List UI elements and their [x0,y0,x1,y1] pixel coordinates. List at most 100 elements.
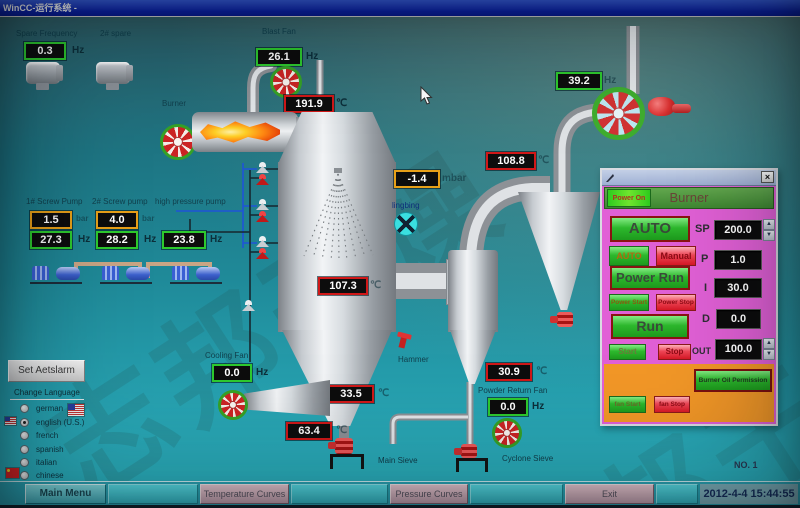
burner-fan-icon[interactable] [160,124,196,160]
feed-valve-icon[interactable] [256,248,269,259]
tower-pressure-display: -1.4 [394,170,440,188]
language-item-spanish[interactable]: spanish [36,445,64,454]
cone-temp-unit: ℃ [336,425,347,436]
language-item-english[interactable]: english (U.S.) [36,418,84,427]
outlet-temp-display: 33.5 [328,385,374,403]
p-value-display[interactable]: 1.0 [714,250,762,270]
radio-italian[interactable] [20,458,29,467]
main-sieve-label: Main Sieve [378,456,418,465]
window-titlebar[interactable]: WinCC-运行系统 - [0,0,800,17]
feed-valve-icon[interactable] [256,162,269,173]
fan-stop-button[interactable]: fan Stop [654,396,690,413]
feed-valve-icon[interactable] [256,174,269,185]
power-run-button[interactable]: Power Run [610,266,690,290]
spinner-down-icon[interactable] [763,230,775,241]
burner-oil-permission-button[interactable]: Burner Oil Permission [694,369,772,392]
spare-frequency-label: Spare Frequency [16,29,77,38]
screw-pump2-pressure-unit: bar [142,214,154,223]
spare2-label: 2# spare [100,29,131,38]
exit-button[interactable]: Exit [565,484,654,504]
blast-fan-icon[interactable] [270,66,302,98]
high-pressure-pump-icon[interactable] [170,262,222,284]
feed-valve-icon[interactable] [256,211,269,222]
screw-pump1-pressure-unit: bar [76,214,88,223]
burner-panel-header: Power On Burner [604,187,774,209]
spinner-up-icon[interactable] [763,219,775,230]
drain-valve-icon[interactable] [242,300,255,311]
radio-french[interactable] [20,431,29,440]
start-button[interactable]: Start [609,344,646,360]
mixer-valve-icon[interactable] [394,212,418,236]
manual-button[interactable]: Manual [656,246,696,266]
auto-main-button[interactable]: AUTO [610,216,690,242]
temperature-curves-button[interactable]: Temperature Curves [200,484,289,504]
feed-valve-icon[interactable] [256,199,269,210]
cooling-air-duct [244,380,330,416]
duct-temp-display: 108.8 [486,152,536,170]
scada-screen: 志邦干燥 志邦干燥 Spare Freque [0,0,800,508]
cooling-fan-icon[interactable] [218,390,248,420]
hammer-icon[interactable] [399,334,408,348]
out-spinner[interactable] [763,338,775,360]
unit-number-label: NO. 1 [734,460,758,470]
run-button[interactable]: Run [611,314,689,339]
pressure-curves-button[interactable]: Pressure Curves [390,484,468,504]
cyclone2-valve-icon[interactable] [557,312,573,327]
spare2-motor-icon[interactable] [96,62,130,84]
aux-pump-icon[interactable] [648,94,692,124]
cyclone-body [448,250,498,332]
d-value-display[interactable]: 0.0 [716,309,761,329]
radio-german[interactable] [20,404,29,413]
cooling-fan-label: Cooling Fan [205,351,248,360]
powder-return-fan-icon[interactable] [492,418,522,448]
screw-pump2-icon[interactable] [100,262,152,284]
language-item-chinese[interactable]: chinese [36,471,64,480]
us-flag-small-icon [5,417,16,425]
spare-frequency-display: 0.3 [24,42,66,60]
screw-pump1-icon[interactable] [30,262,82,284]
language-item-french[interactable]: french [36,431,58,440]
feed-valve-icon[interactable] [256,236,269,247]
sp-value-display[interactable]: 200.0 [714,220,762,240]
exhaust-fan-icon[interactable] [592,87,645,140]
fan-start-button[interactable]: fan Start [609,396,646,413]
radio-chinese[interactable] [20,471,29,480]
sp-spinner[interactable] [763,219,775,241]
bottom-bar-segment [108,484,198,504]
blast-fan-label: Blast Fan [262,27,296,36]
cyclone-sieve-valve-icon[interactable] [461,444,477,458]
screw-pump1-pressure-display: 1.5 [30,211,72,229]
radio-english[interactable] [20,418,29,427]
d-label: D [702,313,710,325]
main-sieve-valve-icon[interactable] [335,438,353,454]
bottom-bar: Main Menu Temperature Curves Pressure Cu… [0,481,800,506]
main-menu-button[interactable]: Main Menu [25,484,106,504]
screw-pump2-label: 2# Screw pump [92,197,148,206]
spare-motor-icon[interactable] [26,62,60,84]
auto-button[interactable]: AUTO [609,246,649,266]
power-stop-button[interactable]: Power Stop [656,294,696,311]
high-pressure-pump-label: high pressure pump [155,197,226,206]
out-value-display[interactable]: 100.0 [715,339,762,360]
blast-fan-freq-display: 26.1 [256,48,302,66]
tower-temp-display: 107.3 [318,277,368,295]
hp-pump-freq-unit: Hz [210,234,222,245]
i-value-display[interactable]: 30.0 [714,278,762,298]
inlet-temp-display: 191.9 [284,95,334,113]
burner-panel-titlebar[interactable]: × [602,170,776,186]
set-alarm-button[interactable]: Set Aetslarm [8,360,85,382]
close-icon[interactable]: × [761,171,774,183]
spinner-down-icon[interactable] [763,349,775,360]
language-item-german[interactable]: german [36,404,63,413]
hammer-label: Hammer [398,355,429,364]
cyclone2-cone [518,192,600,310]
power-start-button[interactable]: Power Start [609,294,649,311]
bottom-bar-segment [656,484,698,504]
radio-spanish[interactable] [20,445,29,454]
blast-fan-freq-unit: Hz [306,51,318,62]
screw-pump2-freq-unit: Hz [144,234,156,245]
spare-frequency-unit: Hz [72,45,84,56]
stop-button[interactable]: Stop [658,344,691,360]
spinner-up-icon[interactable] [763,338,775,349]
language-item-italian[interactable]: italian [36,458,57,467]
